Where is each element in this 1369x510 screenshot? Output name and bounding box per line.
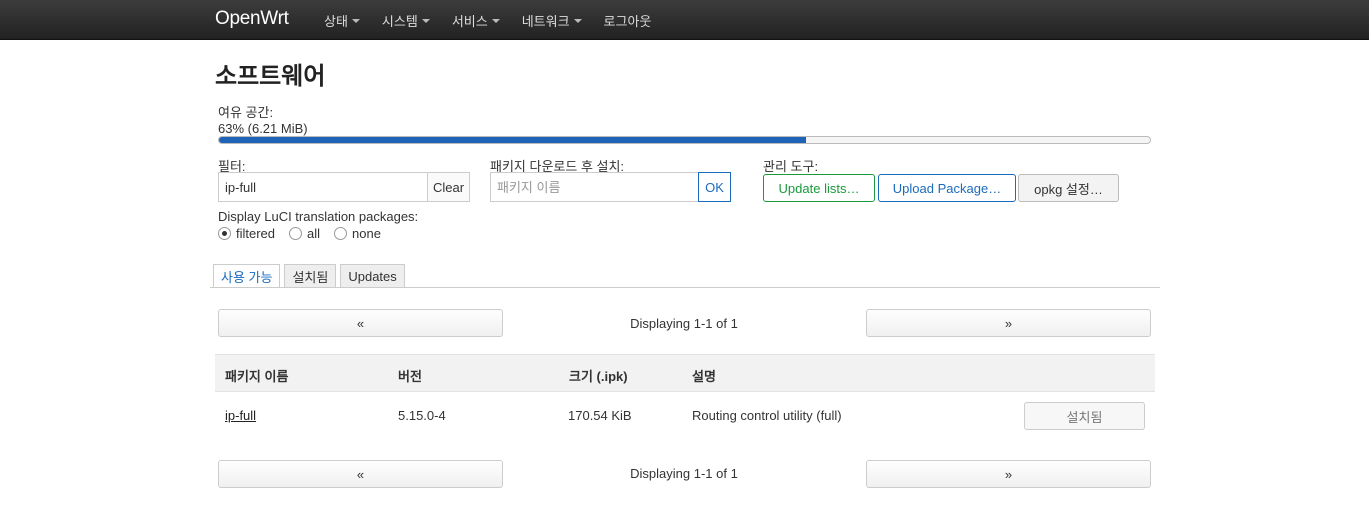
header-size: 크기 (.ipk) xyxy=(569,369,628,384)
free-space-value: 63% (6.21 MiB) xyxy=(218,121,308,136)
free-space-label: 여유 공간: xyxy=(218,105,274,120)
filter-input[interactable] xyxy=(218,172,428,202)
header-description: 설명 xyxy=(692,369,716,384)
radio-all[interactable]: all xyxy=(289,226,320,241)
table-row: ip-full 5.15.0-4 170.54 KiB Routing cont… xyxy=(215,392,1155,440)
tab-installed[interactable]: 설치됨 xyxy=(284,264,337,288)
nav-services-label: 서비스 xyxy=(451,13,488,29)
radio-unchecked-icon[interactable] xyxy=(289,227,303,240)
translation-radio-group: filtered all none xyxy=(218,226,395,241)
top-navbar: OpenWrt 상태 시스템 서비스 네트워크 로그아웃 xyxy=(0,0,1369,40)
nav-status-label: 상태 xyxy=(324,13,348,29)
nav-system[interactable]: 시스템 xyxy=(382,11,430,30)
nav-system-label: 시스템 xyxy=(381,13,418,29)
installed-button[interactable]: 설치됨 xyxy=(1024,402,1145,430)
radio-unchecked-icon[interactable] xyxy=(334,227,348,240)
next-page-button[interactable]: » xyxy=(866,309,1151,337)
nav-status[interactable]: 상태 xyxy=(324,11,360,30)
nav-network-label: 네트워크 xyxy=(521,13,570,29)
chevron-down-icon xyxy=(421,19,430,23)
package-version: 5.15.0-4 xyxy=(398,408,446,423)
package-name-link[interactable]: ip-full xyxy=(225,408,256,423)
package-description: Routing control utility (full) xyxy=(692,408,842,423)
prev-page-button[interactable]: « xyxy=(218,309,503,337)
translation-label: Display LuCI translation packages: xyxy=(218,209,419,224)
radio-checked-icon[interactable] xyxy=(218,227,231,240)
radio-all-label: all xyxy=(307,226,321,241)
radio-filtered[interactable]: filtered xyxy=(218,226,275,241)
next-page-button-bottom[interactable]: » xyxy=(866,460,1151,488)
header-version: 버전 xyxy=(398,369,422,384)
clear-filter-button[interactable]: Clear xyxy=(427,172,470,202)
admin-tools-label: 관리 도구: xyxy=(763,159,819,174)
pager-status: Displaying 1-1 of 1 xyxy=(630,316,738,331)
progress-fill xyxy=(219,137,806,143)
nav-logout-label: 로그아웃 xyxy=(603,13,652,29)
chevron-down-icon xyxy=(351,19,360,23)
package-tabs: 사용 가능 설치됨 Updates xyxy=(213,264,409,288)
prev-page-button-bottom[interactable]: « xyxy=(218,460,503,488)
main-nav: 상태 시스템 서비스 네트워크 로그아웃 xyxy=(324,0,673,40)
nav-logout[interactable]: 로그아웃 xyxy=(604,11,652,30)
ok-button[interactable]: OK xyxy=(698,172,731,202)
tab-divider xyxy=(210,287,1160,288)
pager-status-bottom: Displaying 1-1 of 1 xyxy=(630,466,738,481)
tab-updates[interactable]: Updates xyxy=(340,264,405,288)
page-title: 소프트웨어 xyxy=(215,63,326,90)
nav-network[interactable]: 네트워크 xyxy=(522,11,582,30)
tab-available[interactable]: 사용 가능 xyxy=(213,264,281,288)
package-name-input[interactable] xyxy=(490,172,699,202)
brand-logo[interactable]: OpenWrt xyxy=(215,8,289,30)
nav-services[interactable]: 서비스 xyxy=(452,11,500,30)
upload-package-button[interactable]: Upload Package… xyxy=(878,174,1016,202)
package-size: 170.54 KiB xyxy=(568,408,632,423)
chevron-down-icon xyxy=(573,19,582,23)
table-header: 패키지 이름 버전 크기 (.ipk) 설명 xyxy=(215,354,1155,392)
radio-none[interactable]: none xyxy=(334,226,381,241)
radio-none-label: none xyxy=(352,226,381,241)
update-lists-button[interactable]: Update lists… xyxy=(763,174,875,202)
radio-filtered-label: filtered xyxy=(236,226,276,241)
free-space-progress-bar xyxy=(218,136,1151,144)
chevron-down-icon xyxy=(491,19,500,23)
header-package-name: 패키지 이름 xyxy=(225,369,289,384)
opkg-config-button[interactable]: opkg 설정… xyxy=(1018,174,1119,202)
